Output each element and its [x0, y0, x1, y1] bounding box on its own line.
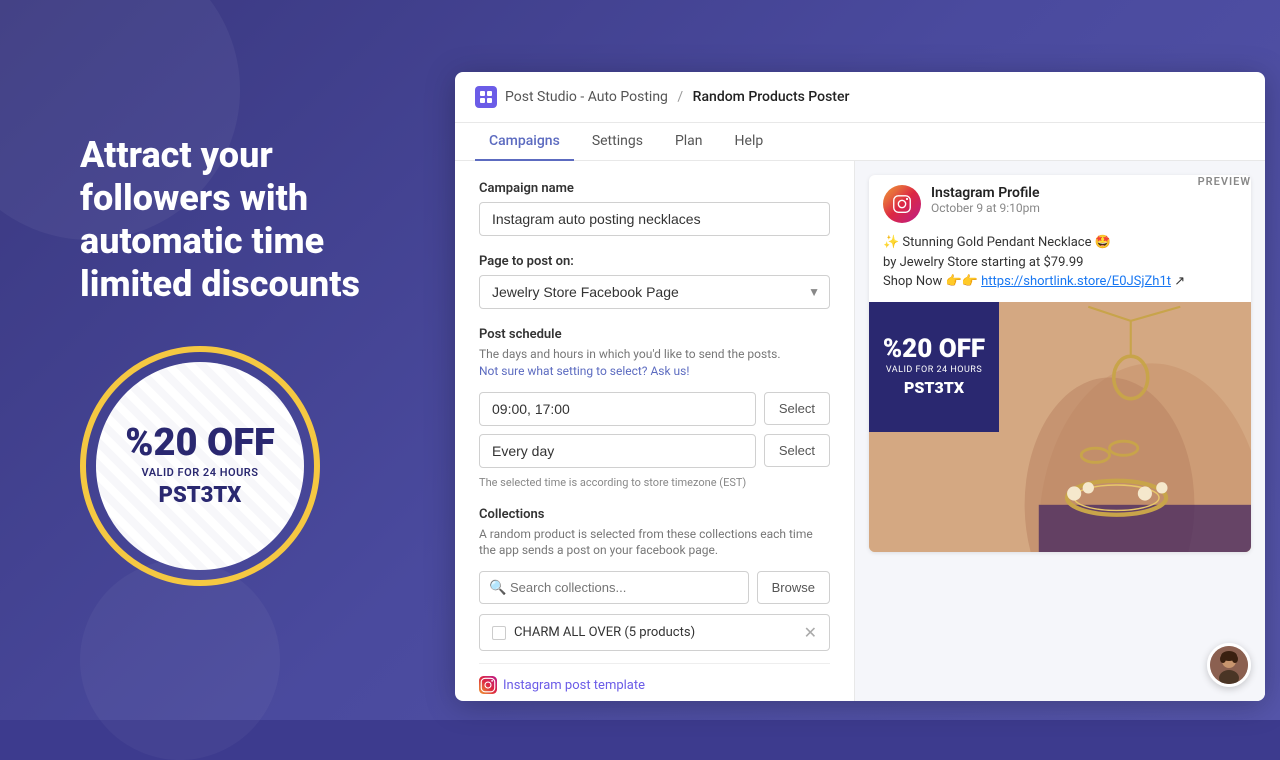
schedule-help-link[interactable]: Not sure what setting to select? Ask us!	[479, 364, 689, 378]
page-select-wrapper: Jewelry Store Facebook Page ▼	[479, 275, 830, 309]
search-row: 🔍 Browse	[479, 571, 830, 604]
badge-percent: %20 OFF	[125, 424, 275, 462]
jewelry-image: %20 OFF VALID FOR 24 HOURS PST3TX	[869, 302, 1251, 552]
preview-profile-date: October 9 at 9:10pm	[931, 201, 1040, 215]
collection-tag-left: CHARM ALL OVER (5 products)	[492, 625, 695, 640]
form-section: Campaign name Page to post on: Jewelry S…	[455, 161, 855, 701]
collection-tag: CHARM ALL OVER (5 products) ✕	[479, 614, 830, 651]
caption-line1: ✨ Stunning Gold Pendant Necklace 🤩	[883, 233, 1237, 253]
overlay-valid: VALID FOR 24 HOURS	[886, 365, 982, 375]
preview-image: %20 OFF VALID FOR 24 HOURS PST3TX	[869, 302, 1251, 552]
badge-code: PST3TX	[125, 483, 275, 508]
preview-avatar	[883, 185, 921, 223]
preview-profile-name: Instagram Profile	[931, 185, 1040, 201]
search-icon: 🔍	[489, 580, 506, 596]
preview-user-avatar	[1207, 643, 1251, 687]
instagram-template-text[interactable]: Instagram post template	[503, 678, 645, 693]
search-wrapper: 🔍	[479, 571, 749, 604]
campaign-name-label: Campaign name	[479, 181, 830, 196]
day-row: Select	[479, 434, 830, 468]
time-row: Select	[479, 392, 830, 426]
collections-title: Collections	[479, 507, 830, 522]
avatar-face	[1210, 646, 1248, 684]
nav-help[interactable]: Help	[721, 123, 778, 161]
preview-section: PREVIEW Instagram Profile October 9 at 9…	[855, 161, 1265, 701]
caption-line3: Shop Now 👉👉 https://shortlink.store/E0JS…	[883, 272, 1237, 292]
app-logo	[475, 86, 497, 108]
breadcrumb-start: Post Studio - Auto Posting	[505, 89, 668, 105]
nav-bar: Campaigns Settings Plan Help	[455, 123, 1265, 161]
avatar-svg	[1210, 646, 1248, 684]
breadcrumb-current: Random Products Poster	[693, 89, 850, 105]
schedule-group: Post schedule The days and hours in whic…	[479, 327, 830, 489]
nav-campaigns[interactable]: Campaigns	[475, 123, 574, 161]
overlay-percent: %20 OFF	[883, 336, 985, 362]
collection-remove-button[interactable]: ✕	[804, 623, 817, 642]
discount-badge: %20 OFF VALID FOR 24 HOURS PST3TX	[80, 346, 320, 586]
campaign-name-group: Campaign name	[479, 181, 830, 236]
instagram-logo-preview	[891, 193, 913, 215]
page-group: Page to post on: Jewelry Store Facebook …	[479, 254, 830, 309]
headline: Attract your followers with automatic ti…	[80, 134, 380, 307]
panel-header: Post Studio - Auto Posting / Random Prod…	[455, 72, 1265, 123]
left-panel: Attract your followers with automatic ti…	[40, 0, 420, 720]
main-panel: Post Studio - Auto Posting / Random Prod…	[455, 72, 1265, 701]
instagram-template-link: Instagram post template	[479, 663, 830, 694]
collection-checkbox[interactable]	[492, 626, 506, 640]
page-label: Page to post on:	[479, 254, 830, 269]
schedule-title: Post schedule	[479, 327, 830, 342]
page-select[interactable]: Jewelry Store Facebook Page	[479, 275, 830, 309]
collections-desc: A random product is selected from these …	[479, 526, 830, 560]
timezone-note: The selected time is according to store …	[479, 476, 830, 489]
day-select-button[interactable]: Select	[764, 434, 830, 467]
badge-text: %20 OFF VALID FOR 24 HOURS PST3TX	[125, 424, 275, 508]
breadcrumb-separator: /	[677, 89, 683, 105]
time-input[interactable]	[479, 392, 756, 426]
nav-settings[interactable]: Settings	[578, 123, 657, 161]
instagram-icon	[479, 676, 497, 694]
preview-label: PREVIEW	[1198, 175, 1251, 188]
panel-content: Campaign name Page to post on: Jewelry S…	[455, 161, 1265, 701]
preview-card: Instagram Profile October 9 at 9:10pm ✨ …	[869, 175, 1251, 552]
preview-caption: ✨ Stunning Gold Pendant Necklace 🤩 by Je…	[869, 233, 1251, 302]
nav-plan[interactable]: Plan	[661, 123, 717, 161]
breadcrumb: Post Studio - Auto Posting / Random Prod…	[505, 89, 849, 105]
time-select-button[interactable]: Select	[764, 392, 830, 425]
collection-name: CHARM ALL OVER (5 products)	[514, 625, 695, 640]
schedule-desc: The days and hours in which you'd like t…	[479, 346, 830, 380]
overlay-code: PST3TX	[904, 378, 964, 397]
discount-overlay: %20 OFF VALID FOR 24 HOURS PST3TX	[869, 302, 999, 432]
preview-card-header: Instagram Profile October 9 at 9:10pm	[869, 175, 1251, 233]
day-input[interactable]	[479, 434, 756, 468]
campaign-name-input[interactable]	[479, 202, 830, 236]
badge-valid-text: VALID FOR 24 HOURS	[125, 466, 275, 479]
search-input[interactable]	[479, 571, 749, 604]
collections-group: Collections A random product is selected…	[479, 507, 830, 695]
caption-line2: by Jewelry Store starting at $79.99	[883, 253, 1237, 273]
badge-inner: %20 OFF VALID FOR 24 HOURS PST3TX	[96, 362, 304, 570]
preview-link[interactable]: https://shortlink.store/E0JSjZh1t	[981, 274, 1171, 289]
browse-button[interactable]: Browse	[757, 571, 830, 604]
preview-profile-info: Instagram Profile October 9 at 9:10pm	[931, 185, 1040, 215]
